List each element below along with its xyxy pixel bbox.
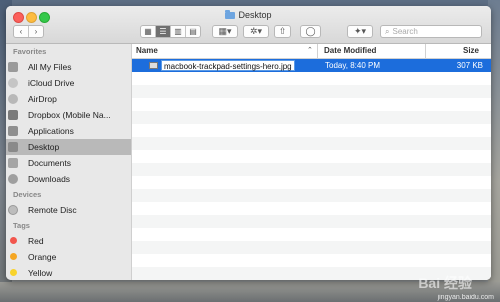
- empty-row: [132, 241, 491, 254]
- action-button[interactable]: ✲▾: [243, 25, 269, 38]
- red-tag-dot-icon: [10, 237, 17, 244]
- window-title: Desktop: [6, 10, 491, 20]
- sidebar-item-label: Dropbox (Mobile Na...: [28, 110, 111, 120]
- file-date: Today, 8:40 PM: [325, 61, 380, 70]
- column-header-size[interactable]: Size: [425, 44, 485, 58]
- window-title-text: Desktop: [238, 10, 272, 20]
- empty-row: [132, 163, 491, 176]
- file-rows: macbook-trackpad-settings-hero.jpg Today…: [132, 59, 491, 280]
- sidebar-item-tag-yellow[interactable]: Yellow: [6, 265, 131, 280]
- icon-view-button[interactable]: ▦: [141, 26, 156, 37]
- finder-window: Desktop ‹ › ▦ ☰ ▥ ▤ ▦▾ ✲▾ ⇧ ◯ ✦▾ ⌕ Search…: [6, 6, 491, 280]
- empty-row: [132, 98, 491, 111]
- sidebar-item-label: iCloud Drive: [28, 78, 75, 88]
- empty-row: [132, 72, 491, 85]
- empty-row: [132, 176, 491, 189]
- sidebar-item-downloads[interactable]: Downloads: [6, 171, 131, 187]
- remote-disc-icon: [8, 205, 18, 215]
- empty-row: [132, 254, 491, 267]
- documents-icon: [8, 158, 18, 168]
- sidebar-item-desktop[interactable]: Desktop: [6, 139, 131, 155]
- sidebar-item-label: Applications: [28, 126, 74, 136]
- folder-icon: [225, 10, 236, 19]
- empty-row: [132, 124, 491, 137]
- list-view-button[interactable]: ☰: [156, 26, 171, 37]
- view-mode-buttons: ▦ ☰ ▥ ▤: [140, 25, 201, 38]
- sidebar-item-label: All My Files: [28, 62, 72, 72]
- empty-row: [132, 202, 491, 215]
- sidebar-header-favorites: Favorites: [13, 47, 47, 56]
- dropbox-icon: [8, 110, 18, 120]
- sidebar-item-tag-red[interactable]: Red: [6, 233, 131, 249]
- sidebar-item-label: Downloads: [28, 174, 71, 184]
- downloads-icon: [8, 174, 18, 184]
- back-button[interactable]: ‹: [14, 26, 29, 37]
- applications-icon: [8, 126, 18, 136]
- column-view-button[interactable]: ▥: [171, 26, 186, 37]
- sidebar-item-label: Orange: [28, 252, 57, 262]
- sidebar: Favorites All My Files iCloud Drive AirD…: [6, 44, 132, 280]
- sidebar-item-dropbox[interactable]: Dropbox (Mobile Na...: [6, 107, 131, 123]
- arrange-button[interactable]: ▦▾: [212, 25, 238, 38]
- watermark-url: jingyan.baidu.com: [437, 294, 494, 301]
- empty-row: [132, 189, 491, 202]
- orange-tag-dot-icon: [10, 253, 17, 260]
- image-file-icon: [149, 62, 158, 69]
- sidebar-item-label: AirDrop: [28, 94, 57, 104]
- dropbox-button[interactable]: ✦▾: [347, 25, 373, 38]
- empty-row: [132, 111, 491, 124]
- forward-button[interactable]: ›: [29, 26, 43, 37]
- sidebar-item-tag-orange[interactable]: Orange: [6, 249, 131, 265]
- empty-row: [132, 215, 491, 228]
- sidebar-item-icloud-drive[interactable]: iCloud Drive: [6, 75, 131, 91]
- yellow-tag-dot-icon: [10, 269, 17, 276]
- sidebar-item-label: Remote Disc: [28, 205, 77, 215]
- sidebar-item-documents[interactable]: Documents: [6, 155, 131, 171]
- watermark-logo: Bai 经验: [418, 275, 472, 291]
- all-files-icon: [8, 62, 18, 72]
- empty-row: [132, 137, 491, 150]
- sidebar-item-label: Documents: [28, 158, 71, 168]
- file-name-edit-field[interactable]: macbook-trackpad-settings-hero.jpg: [161, 60, 295, 71]
- sidebar-item-label: Desktop: [28, 142, 60, 152]
- sidebar-item-remote-disc[interactable]: Remote Disc: [6, 202, 131, 218]
- search-placeholder: Search: [392, 27, 418, 36]
- file-row[interactable]: macbook-trackpad-settings-hero.jpg Today…: [132, 59, 491, 72]
- sidebar-item-applications[interactable]: Applications: [6, 123, 131, 139]
- search-field[interactable]: ⌕ Search: [380, 25, 482, 38]
- file-list-pane: Name ⌃ Date Modified Size macbook-trackp…: [132, 44, 491, 280]
- coverflow-view-button[interactable]: ▤: [186, 26, 200, 37]
- sidebar-item-airdrop[interactable]: AirDrop: [6, 91, 131, 107]
- sidebar-header-tags: Tags: [13, 221, 30, 230]
- sidebar-item-label: Red: [28, 236, 44, 246]
- sidebar-item-all-my-files[interactable]: All My Files: [6, 59, 131, 75]
- sidebar-item-label: Yellow: [28, 268, 53, 278]
- file-size: 307 KB: [456, 61, 483, 70]
- share-button[interactable]: ⇧: [274, 25, 291, 38]
- empty-row: [132, 85, 491, 98]
- empty-row: [132, 150, 491, 163]
- column-header-name[interactable]: Name: [136, 44, 158, 58]
- empty-row: [132, 228, 491, 241]
- search-icon: ⌕: [385, 27, 390, 36]
- title-bar: Desktop ‹ › ▦ ☰ ▥ ▤ ▦▾ ✲▾ ⇧ ◯ ✦▾ ⌕ Search: [6, 6, 491, 44]
- desktop-icon: [8, 142, 18, 152]
- edit-tags-button[interactable]: ◯: [300, 25, 321, 38]
- icloud-icon: [8, 78, 18, 88]
- column-header-date-modified[interactable]: Date Modified: [317, 44, 432, 58]
- column-header-row: Name ⌃ Date Modified Size: [132, 44, 491, 59]
- sidebar-header-devices: Devices: [13, 190, 42, 199]
- airdrop-icon: [8, 94, 18, 104]
- sort-indicator-icon: ⌃: [307, 47, 313, 54]
- back-forward-buttons: ‹ ›: [13, 25, 44, 38]
